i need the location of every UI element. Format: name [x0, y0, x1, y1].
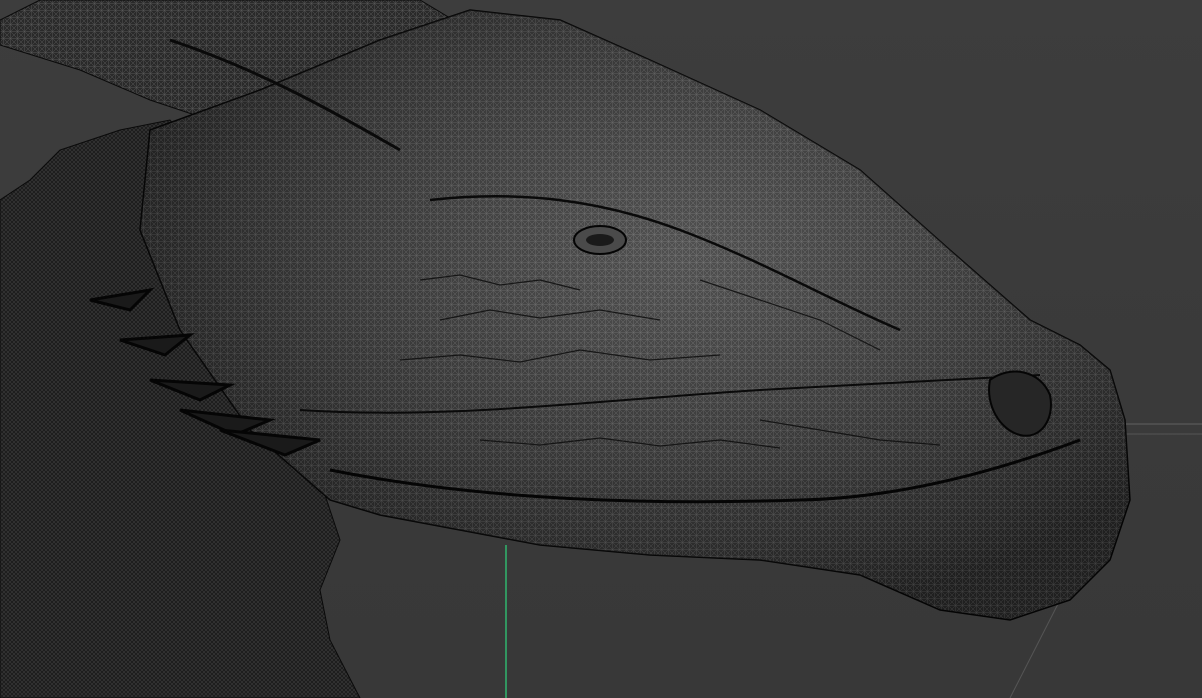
eye-pupil	[586, 234, 614, 246]
3d-viewport[interactable]	[0, 0, 1202, 698]
viewport-canvas[interactable]	[0, 0, 1202, 698]
